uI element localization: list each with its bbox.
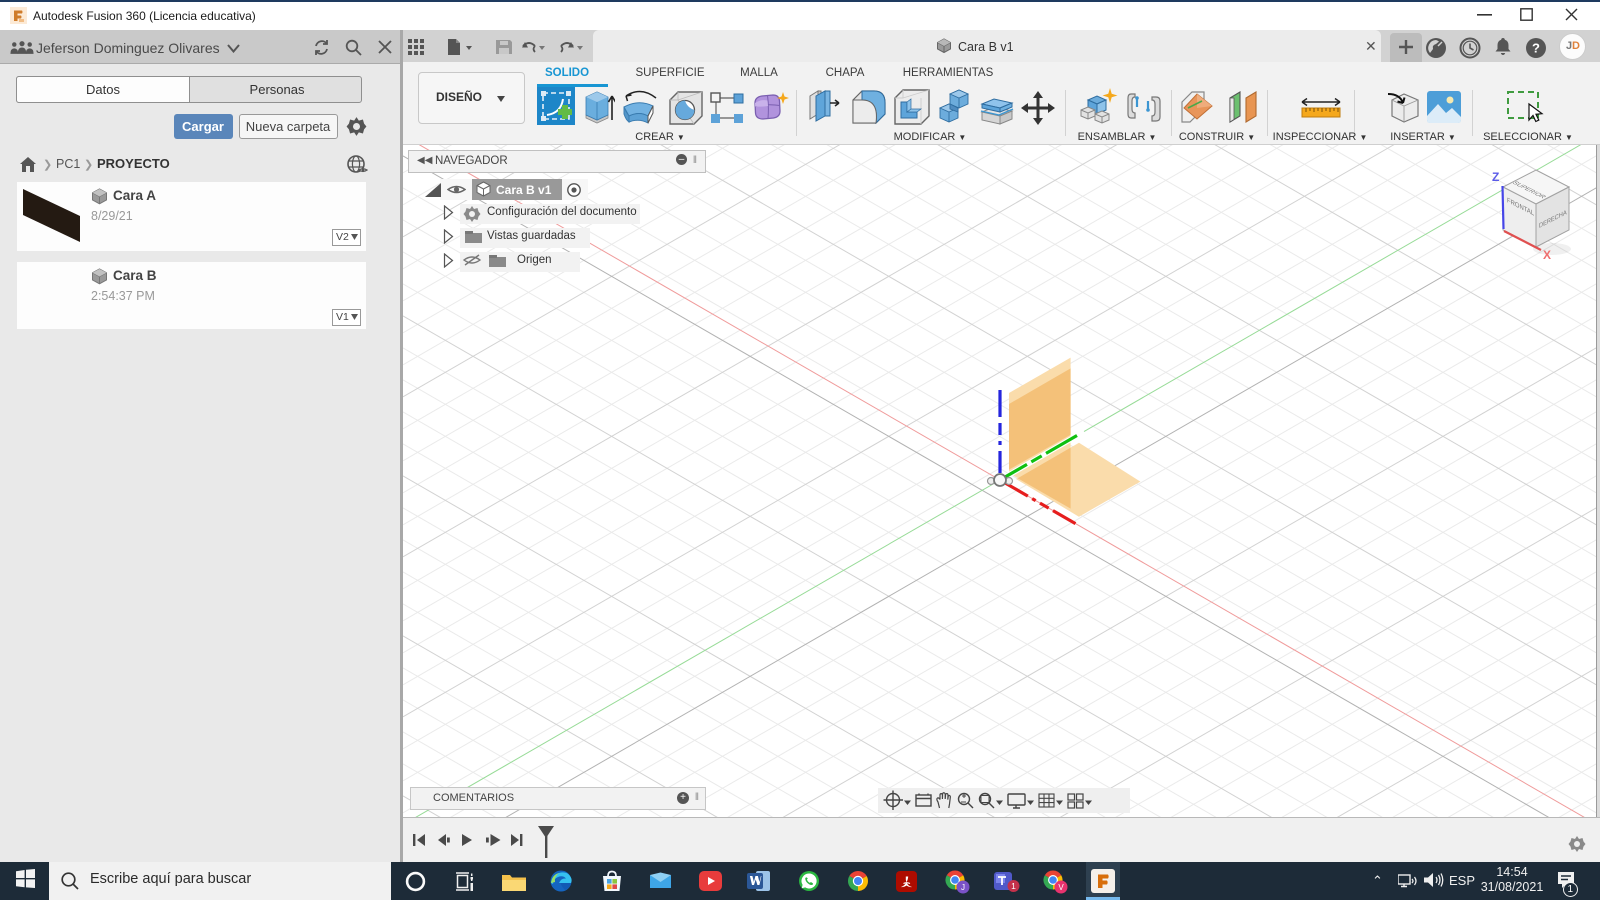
svg-text:J: J xyxy=(961,883,965,892)
svg-text:?: ? xyxy=(1532,41,1540,56)
svg-text:Z: Z xyxy=(1492,170,1499,184)
svg-text:V: V xyxy=(1058,883,1064,892)
svg-text:X: X xyxy=(1543,248,1551,262)
svg-text:1: 1 xyxy=(1011,881,1016,891)
